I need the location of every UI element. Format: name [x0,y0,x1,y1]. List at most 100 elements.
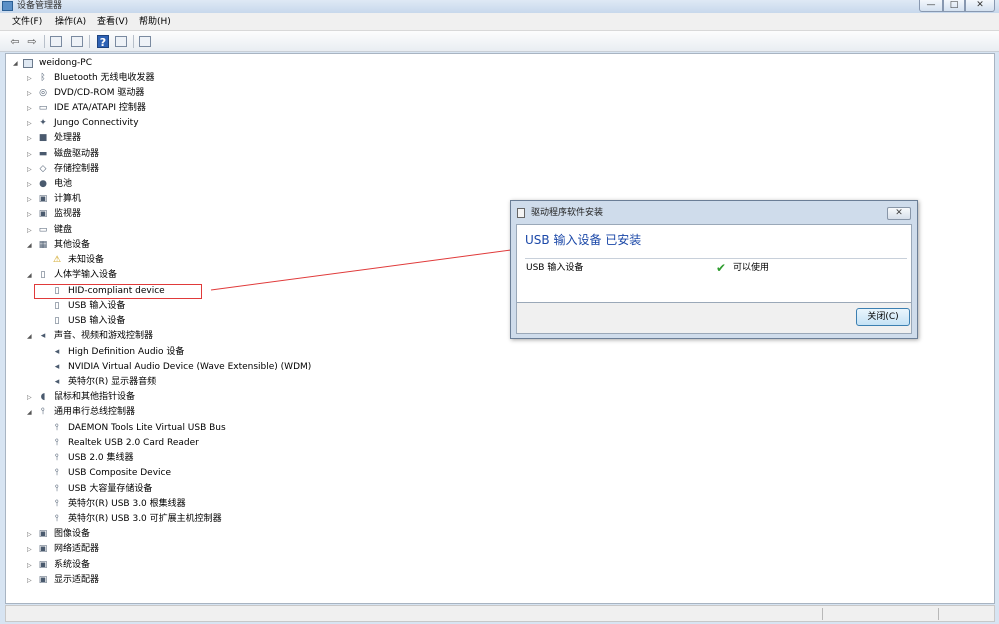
collapse-toggle-icon[interactable]: ◢ [27,268,32,283]
tree-item[interactable]: ▷ ● 电池 [6,177,406,192]
tree-item[interactable]: ▷ ▬ 磁盘驱动器 [6,147,406,162]
tree-item[interactable]: ⫯ 英特尔(R) USB 3.0 可扩展主机控制器 [6,512,406,527]
expand-toggle-icon[interactable]: ▷ [27,86,32,101]
tree-item[interactable]: ▷ ◇ 存储控制器 [6,162,406,177]
expand-toggle-icon[interactable]: ▷ [27,71,32,86]
tree-item[interactable]: ▷ ▣ 网络适配器 [6,542,406,557]
tree-item[interactable]: ▷ ■ 处理器 [6,131,406,146]
tree-item-label: DAEMON Tools Lite Virtual USB Bus [68,423,226,433]
tree-item[interactable]: ▯ USB 输入设备 [6,314,406,329]
tree-item[interactable]: ◢ ⫯ 通用串行总线控制器 [6,405,406,420]
tree-item[interactable]: ▷ ◎ DVD/CD-ROM 驱动器 [6,86,406,101]
collapse-toggle-icon[interactable]: ◢ [13,56,18,71]
tree-item[interactable]: ⫯ USB Composite Device [6,466,406,481]
usb-icon: ⫯ [55,453,59,463]
warning-device-icon: ⚠ [52,255,62,265]
dialog-titlebar: 驱动程序软件安装 ✕ [511,201,917,225]
tree-item[interactable]: ▷ ▣ 显示适配器 [6,573,406,588]
usb-icon: ⫯ [55,499,59,509]
tree-item-label: USB Composite Device [68,468,172,478]
tree-item[interactable]: ⫯ DAEMON Tools Lite Virtual USB Bus [6,421,406,436]
hid-device-icon: ▯ [54,316,60,326]
menu-file[interactable]: 文件(F) [12,16,42,28]
close-window-button[interactable]: ✕ [965,0,995,12]
tree-item-label: 系统设备 [54,560,91,570]
status-separator [938,608,939,620]
tree-item[interactable]: ◂ High Definition Audio 设备 [6,345,406,360]
minimize-button[interactable]: — [919,0,943,12]
tree-item-label: USB 输入设备 [68,301,126,311]
tree-item-label: NVIDIA Virtual Audio Device (Wave Extens… [68,362,312,372]
expand-toggle-icon[interactable]: ▷ [27,162,32,177]
expand-toggle-icon[interactable]: ▷ [27,573,32,588]
status-bar [5,605,995,622]
tree-item[interactable]: ▷ ▣ 监视器 [6,207,406,222]
tree-item[interactable]: ▷ ᛒ Bluetooth 无线电收发器 [6,71,406,86]
tree-item[interactable]: ◂ NVIDIA Virtual Audio Device (Wave Exten… [6,360,406,375]
expand-toggle-icon[interactable]: ▷ [27,390,32,405]
menu-action[interactable]: 操作(A) [55,16,86,28]
dialog-app-icon [517,208,525,218]
help-icon[interactable]: ? [97,35,109,49]
usb-icon: ⫯ [55,484,59,494]
show-hide-tree-icon[interactable] [50,36,62,47]
arrow-left-icon[interactable]: ⇦ [8,35,22,48]
properties-icon[interactable] [71,36,83,47]
tree-item[interactable]: ◢ ◂ 声音、视频和游戏控制器 [6,329,406,344]
tree-item-label: 存储控制器 [54,164,100,174]
expand-toggle-icon[interactable]: ▷ [27,558,32,573]
disk-drive-icon: ▬ [38,149,48,159]
tree-item[interactable]: ⚠ 未知设备 [6,253,406,268]
menu-view[interactable]: 查看(V) [97,16,128,28]
toolbar-separator [89,35,90,48]
action-pane-icon[interactable] [115,36,127,47]
maximize-button[interactable]: □ [943,0,965,12]
expand-toggle-icon[interactable]: ▷ [27,192,32,207]
tree-item[interactable]: ◂ 英特尔(R) 显示器音频 [6,375,406,390]
tree-item[interactable]: ⫯ Realtek USB 2.0 Card Reader [6,436,406,451]
computer-icon: ▣ [38,194,48,204]
collapse-toggle-icon[interactable]: ◢ [27,405,32,420]
tree-item-label: 键盘 [54,225,73,235]
speaker-icon: ◂ [40,331,46,341]
monitor-icon: ▣ [38,209,48,219]
scan-hardware-icon[interactable] [139,36,151,47]
tree-item[interactable]: ▷ ◖ 鼠标和其他指针设备 [6,390,406,405]
expand-toggle-icon[interactable]: ▷ [27,207,32,222]
processor-icon: ■ [38,133,48,143]
tree-item[interactable]: ◢ ▦ 其他设备 [6,238,406,253]
tree-root[interactable]: ◢ weidong-PC [6,56,206,71]
tree-item[interactable]: ▷ ✦ Jungo Connectivity [6,116,406,131]
tree-item[interactable]: ▷ ▣ 图像设备 [6,527,406,542]
arrow-right-icon[interactable]: ⇨ [25,35,39,48]
expand-toggle-icon[interactable]: ▷ [27,223,32,238]
tree-item[interactable]: ▷ ▭ 键盘 [6,223,406,238]
expand-toggle-icon[interactable]: ▷ [27,131,32,146]
menu-help[interactable]: 帮助(H) [139,16,171,28]
collapse-toggle-icon[interactable]: ◢ [27,329,32,344]
tree-item-label: IDE ATA/ATAPI 控制器 [54,103,146,113]
expand-toggle-icon[interactable]: ▷ [27,527,32,542]
keyboard-icon: ▭ [38,225,48,235]
expand-toggle-icon[interactable]: ▷ [27,101,32,116]
expand-toggle-icon[interactable]: ▷ [27,542,32,557]
toolbar-separator [133,35,134,48]
expand-toggle-icon[interactable]: ▷ [27,147,32,162]
tree-item[interactable]: ⫯ USB 2.0 集线器 [6,451,406,466]
tree-item[interactable]: ▷ ▣ 系统设备 [6,558,406,573]
tree-root-label: weidong-PC [39,58,92,68]
tree-item[interactable]: ◢ ▯ 人体学输入设备 [6,268,406,283]
tree-item[interactable]: ▯ USB 输入设备 [6,299,406,314]
tree-item[interactable]: ⫯ USB 大容量存储设备 [6,482,406,497]
dialog-close-button[interactable]: ✕ [887,207,911,220]
tree-item[interactable]: ▷ ▭ IDE ATA/ATAPI 控制器 [6,101,406,116]
tree-item-label: USB 大容量存储设备 [68,484,153,494]
tree-item-label: High Definition Audio 设备 [68,347,185,357]
tree-item[interactable]: ▷ ▣ 计算机 [6,192,406,207]
close-dialog-button[interactable]: 关闭(C) [856,308,910,326]
window-titlebar: 设备管理器 — □ ✕ [0,0,999,13]
expand-toggle-icon[interactable]: ▷ [27,116,32,131]
expand-toggle-icon[interactable]: ▷ [27,177,32,192]
collapse-toggle-icon[interactable]: ◢ [27,238,32,253]
tree-item[interactable]: ⫯ 英特尔(R) USB 3.0 根集线器 [6,497,406,512]
